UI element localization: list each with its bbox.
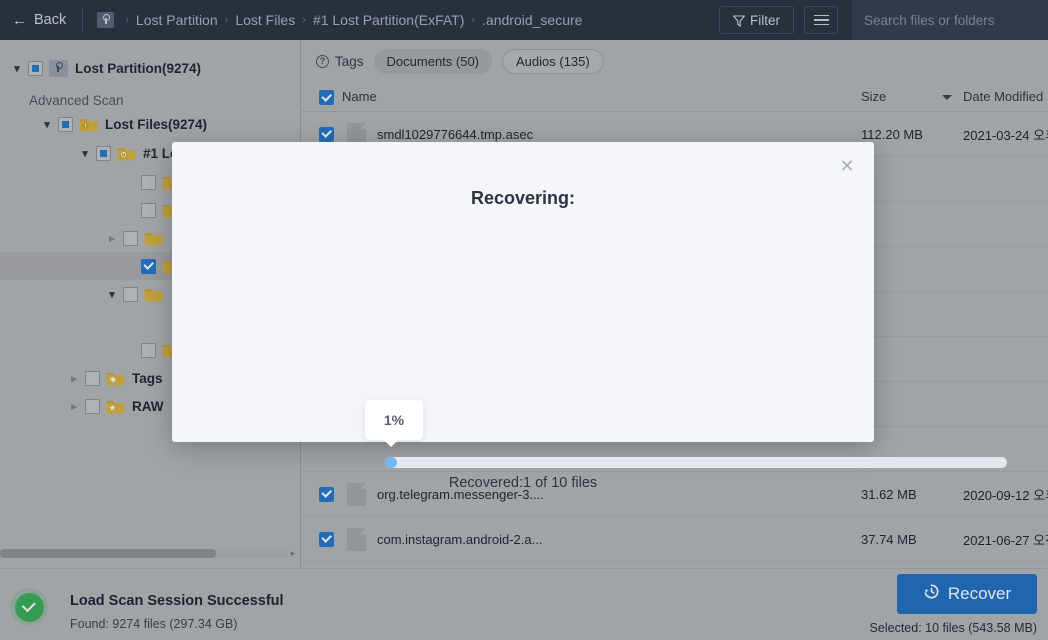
tags-label: Tags: [335, 53, 364, 69]
chevron-right-icon[interactable]: ▸: [105, 231, 119, 245]
app-window: ← Back › Lost Partition › Lost Files › #…: [0, 0, 1048, 640]
arrow-left-icon: ←: [12, 11, 27, 29]
cell-size: 112.20 MB: [861, 126, 923, 142]
folder-clock-icon: [117, 146, 136, 161]
cell-name: com.instagram.android-2.a...: [377, 531, 543, 547]
progress-bar: [385, 457, 1007, 468]
success-check-icon: [10, 588, 48, 626]
chevron-down-icon[interactable]: ▾: [10, 61, 24, 75]
chevron-right-icon: ›: [224, 14, 229, 26]
cell-date: 2020-09-12 오후 7:...: [963, 487, 1048, 503]
cell-name: smdl1029776644.tmp.asec: [377, 126, 534, 142]
sidebar-item-lost-partition[interactable]: ▾ Lost Partition(9274): [0, 54, 300, 82]
recover-button[interactable]: Recover: [897, 574, 1037, 614]
file-icon: [347, 527, 366, 551]
checkbox-folder-5[interactable]: [123, 286, 138, 302]
cell-date: 2021-03-24 오후 7:...: [963, 127, 1048, 143]
breadcrumb-disk-icon-wrap: [97, 12, 115, 28]
checkbox-lost-files[interactable]: [58, 116, 73, 132]
filter-label: Filter: [750, 12, 780, 28]
select-all-checkbox[interactable]: [319, 90, 334, 105]
chevron-down-icon[interactable]: ▾: [40, 117, 54, 131]
chevron-right-icon[interactable]: ▸: [67, 371, 81, 385]
cell-size: 37.74 MB: [861, 531, 917, 547]
chevron-down-icon[interactable]: ▾: [105, 287, 119, 301]
sidebar-item-label: Advanced Scan: [29, 92, 124, 108]
sidebar-horizontal-scrollbar[interactable]: ▸: [0, 546, 300, 558]
breadcrumb-item-2[interactable]: #1 Lost Partition(ExFAT): [313, 12, 464, 28]
checkbox-tags[interactable]: [85, 370, 100, 386]
table-row[interactable]: com.instagram.android-2.a... 37.74 MB 20…: [301, 517, 1048, 562]
sidebar-item-label: Tags: [132, 370, 163, 386]
top-toolbar: ← Back › Lost Partition › Lost Files › #…: [0, 0, 1048, 40]
chevron-down-icon[interactable]: ▾: [78, 146, 92, 160]
checkbox-folder-2[interactable]: [141, 202, 156, 218]
column-header-date-modified[interactable]: Date Modified: [963, 89, 1043, 104]
checkbox-folder-1[interactable]: [141, 174, 156, 190]
disk-drive-icon: [49, 59, 68, 77]
sidebar-item-label: Lost Partition(9274): [75, 60, 202, 76]
scroll-right-arrow-icon[interactable]: ▸: [288, 548, 298, 559]
folder-icon: [144, 231, 163, 246]
folder-tag-icon: [106, 371, 125, 386]
dialog-title: Recovering:: [470, 188, 576, 208]
folder-star-icon: [106, 399, 125, 414]
progress-bar-fill: [385, 457, 397, 468]
sidebar-item-label: RAW: [132, 398, 164, 414]
checkbox-folder-6[interactable]: [141, 342, 156, 358]
breadcrumb-item-3[interactable]: .android_secure: [482, 12, 582, 28]
column-header-name[interactable]: Name: [342, 89, 377, 104]
breadcrumb: › Lost Partition › Lost Files › #1 Lost …: [97, 12, 582, 28]
sort-descending-caret[interactable]: [942, 95, 952, 100]
chevron-right-icon: ›: [302, 14, 306, 26]
checkbox-folder-4[interactable]: [141, 258, 156, 274]
folder-alert-icon: [79, 117, 98, 132]
column-header-size[interactable]: Size: [861, 89, 886, 104]
filter-button[interactable]: Filter: [719, 6, 794, 34]
back-button[interactable]: ← Back: [12, 12, 66, 28]
scrollbar-thumb[interactable]: [0, 549, 216, 558]
cell-date: 2021-06-27 오전 2:...: [963, 532, 1048, 548]
checkbox-folder-3[interactable]: [123, 230, 138, 246]
close-icon[interactable]: ✕: [836, 155, 858, 177]
tag-chip-audios[interactable]: Audios (135): [502, 48, 604, 74]
sidebar-item-lost-files[interactable]: ▾ Lost Files(9274): [0, 110, 300, 138]
checkbox-raw[interactable]: [85, 398, 100, 414]
history-restore-icon: [923, 583, 940, 605]
tags-filter-bar: ? Tags Documents (50) Audios (135): [301, 40, 1048, 82]
chevron-right-icon[interactable]: ▸: [67, 399, 81, 413]
folder-icon: [144, 287, 163, 302]
search-input[interactable]: [864, 12, 1041, 28]
search-box[interactable]: [852, 0, 1048, 40]
breadcrumb-item-0[interactable]: Lost Partition: [136, 12, 218, 28]
selected-summary: Selected: 10 files (543.58 MB): [869, 621, 1037, 635]
tag-chip-documents[interactable]: Documents (50): [373, 48, 493, 74]
recovering-dialog: ✕ Recovering: 1% Recovered:1 of 10 files: [172, 142, 1007, 491]
disk-drive-icon: [97, 12, 115, 28]
status-subtitle: Found: 9274 files (297.34 GB): [70, 617, 238, 631]
toolbar-divider: [82, 9, 84, 31]
hamburger-menu-icon[interactable]: [804, 6, 838, 34]
funnel-icon: [733, 14, 745, 27]
question-circle-icon[interactable]: ?: [316, 54, 329, 68]
progress-status-text: Recovered:1 of 10 files: [448, 475, 598, 491]
table-header: Name Size Date Modified Type Path: [301, 82, 1048, 112]
recover-label: Recover: [947, 584, 1012, 603]
checkbox-lost-partition[interactable]: [28, 60, 43, 76]
breadcrumb-item-1[interactable]: Lost Files: [235, 12, 295, 28]
toolbar-actions: Filter: [719, 0, 1048, 40]
status-title: Load Scan Session Successful: [70, 593, 284, 609]
row-checkbox[interactable]: [319, 126, 334, 142]
sidebar-item-label: Lost Files(9274): [105, 116, 208, 132]
chevron-right-icon: ›: [471, 14, 476, 26]
chevron-right-icon: ›: [125, 14, 129, 26]
checkbox-partition-1[interactable]: [96, 145, 111, 161]
progress-percent-bubble: 1%: [365, 400, 423, 447]
row-checkbox[interactable]: [319, 531, 334, 547]
back-label: Back: [34, 12, 67, 28]
